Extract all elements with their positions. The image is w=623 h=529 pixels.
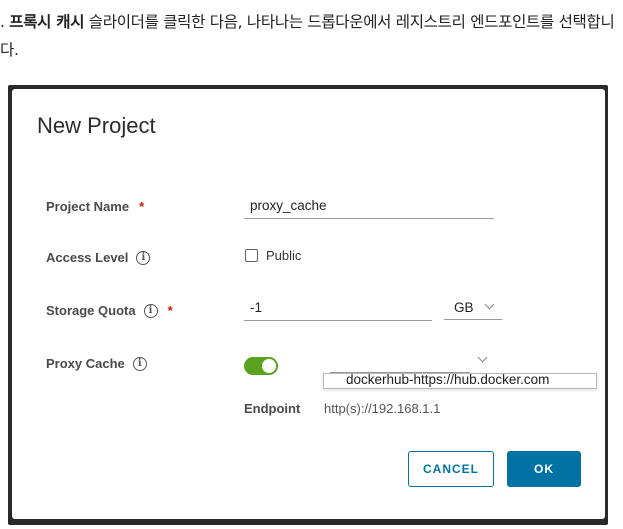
instruction-prefix: . xyxy=(0,13,10,31)
storage-quota-label: Storage Quota i * xyxy=(46,303,173,318)
required-marker: * xyxy=(167,303,173,318)
info-circle-icon[interactable]: i xyxy=(132,356,147,371)
registry-endpoint-select[interactable] xyxy=(330,349,470,373)
storage-quota-input[interactable] xyxy=(244,299,432,321)
new-project-dialog: New Project Project Name* Access Level i… xyxy=(12,89,605,519)
proxy-cache-toggle[interactable] xyxy=(244,357,278,375)
ok-button[interactable]: OK xyxy=(507,451,581,487)
project-name-label: Project Name * xyxy=(46,199,145,214)
project-name-input[interactable] xyxy=(244,197,494,219)
info-circle-icon[interactable]: i xyxy=(143,303,158,318)
instruction-bold: 프록시 캐시 xyxy=(9,13,85,31)
quota-unit-select[interactable]: GB xyxy=(444,294,502,320)
access-level-label: Access Level i xyxy=(46,250,151,265)
required-marker: * xyxy=(139,199,145,214)
cancel-button[interactable]: CANCEL xyxy=(408,451,494,487)
toggle-knob xyxy=(262,359,276,373)
proxy-cache-label: Proxy Cache i xyxy=(46,356,147,371)
public-checkbox[interactable] xyxy=(245,249,258,262)
dropdown-option-dockerhub[interactable]: dockerhub-https://hub.docker.com xyxy=(346,372,549,387)
endpoint-label: Endpoint xyxy=(244,401,301,416)
dialog-title: New Project xyxy=(37,113,156,138)
chevron-down-icon xyxy=(484,299,495,310)
instruction-text: . 프록시 캐시 슬라이더를 클릭한 다음, 나타나는 드롭다운에서 레지스트리… xyxy=(0,8,618,64)
instruction-rest: 슬라이더를 클릭한 다음, 나타나는 드롭다운에서 레지스트리 엔드포인트를 선… xyxy=(0,13,615,59)
chevron-down-icon[interactable] xyxy=(477,352,488,363)
registry-dropdown-menu: dockerhub-https://hub.docker.com xyxy=(323,372,597,389)
endpoint-value: http(s)://192.168.1.1 xyxy=(324,401,441,416)
public-checkbox-label[interactable]: Public xyxy=(266,248,301,263)
info-circle-icon[interactable]: i xyxy=(136,250,151,265)
